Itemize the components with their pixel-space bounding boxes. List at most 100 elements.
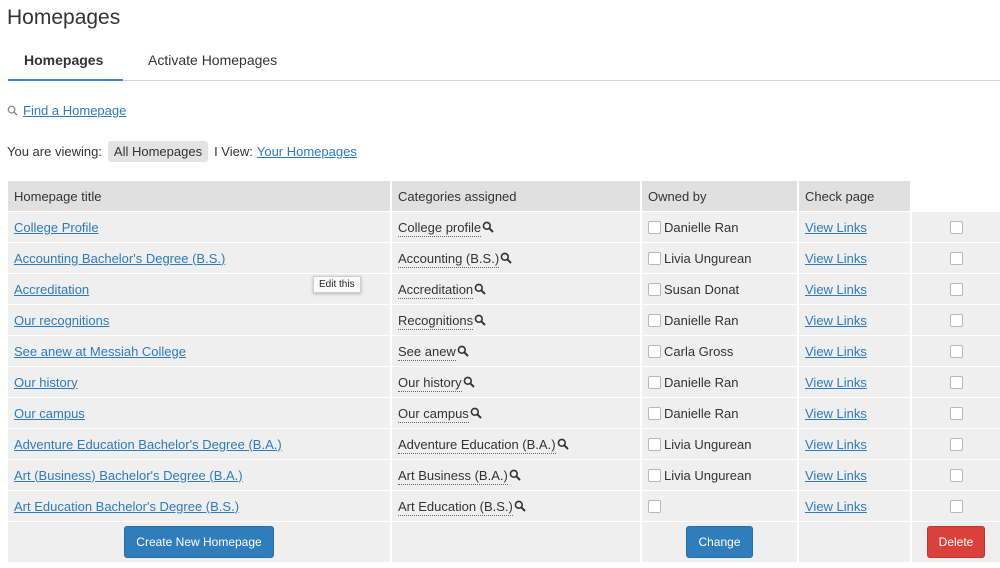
homepage-title-link[interactable]: Our recognitions xyxy=(14,313,109,328)
row-select-checkbox[interactable] xyxy=(949,375,963,389)
row-select-checkbox[interactable] xyxy=(949,437,963,451)
search-icon[interactable] xyxy=(463,376,475,388)
row-select-checkbox[interactable] xyxy=(949,220,963,234)
search-icon[interactable] xyxy=(474,283,486,295)
tab-activate-homepages[interactable]: Activate Homepages xyxy=(148,52,277,68)
homepage-title-link[interactable]: See anew at Messiah College xyxy=(14,344,186,359)
owner-name: Livia Ungurean xyxy=(664,467,752,483)
check-cell: View Links xyxy=(799,366,912,397)
category-cell: Our campus xyxy=(392,397,642,428)
category-label: Adventure Education (B.A.) xyxy=(398,436,556,454)
select-cell xyxy=(912,304,1000,335)
row-select-checkbox[interactable] xyxy=(949,282,963,296)
owner-cell: Danielle Ran xyxy=(642,397,799,428)
change-owner-button[interactable]: Change xyxy=(686,526,753,558)
row-select-checkbox[interactable] xyxy=(949,406,963,420)
search-icon[interactable] xyxy=(457,345,469,357)
owner-cell: Livia Ungurean xyxy=(642,242,799,273)
category-label: College profile xyxy=(398,219,482,237)
table-row: Our campus Our campus Danielle Ran View Lin… xyxy=(8,397,1000,428)
search-icon[interactable] xyxy=(474,314,486,326)
search-icon[interactable] xyxy=(500,252,512,264)
delete-button[interactable]: Delete xyxy=(926,526,986,558)
search-icon[interactable] xyxy=(514,500,526,512)
owner-checkbox[interactable] xyxy=(648,437,661,451)
category-cell: Adventure Education (B.A.) xyxy=(392,428,642,459)
homepage-title-link[interactable]: Our campus xyxy=(14,406,85,421)
owner-checkbox[interactable] xyxy=(648,406,661,420)
row-select-checkbox[interactable] xyxy=(949,499,963,513)
row-select-checkbox[interactable] xyxy=(949,344,963,358)
check-cell: View Links xyxy=(799,459,912,490)
search-icon[interactable] xyxy=(482,221,494,233)
owner-checkbox[interactable] xyxy=(648,375,661,389)
check-cell: View Links xyxy=(799,211,912,242)
homepage-title-link[interactable]: Accounting Bachelor's Degree (B.S.) xyxy=(14,251,225,266)
owner-name: Danielle Ran xyxy=(664,219,739,235)
tab-homepages[interactable]: Homepages xyxy=(24,52,103,68)
empty-cell xyxy=(392,521,642,562)
view-links-link[interactable]: View Links xyxy=(805,344,867,359)
select-cell xyxy=(912,490,1000,521)
table-row: Accounting Bachelor's Degree (B.S.) Accou… xyxy=(8,242,1000,273)
view-links-link[interactable]: View Links xyxy=(805,251,867,266)
owner-cell: Danielle Ran xyxy=(642,366,799,397)
homepage-title-link[interactable]: Our history xyxy=(14,375,78,390)
table-row: Art (Business) Bachelor's Degree (B.A.) A… xyxy=(8,459,1000,490)
view-links-link[interactable]: View Links xyxy=(805,313,867,328)
check-cell: View Links xyxy=(799,304,912,335)
view-links-link[interactable]: View Links xyxy=(805,499,867,514)
owner-name: Livia Ungurean xyxy=(664,250,752,266)
owner-checkbox[interactable] xyxy=(648,282,661,296)
row-select-checkbox[interactable] xyxy=(949,251,963,265)
category-label: Art Education (B.S.) xyxy=(398,498,513,516)
row-select-checkbox[interactable] xyxy=(949,313,963,327)
actions-row: Create New Homepage Change Delete xyxy=(8,521,1000,562)
homepage-title-link[interactable]: Adventure Education Bachelor's Degree (B… xyxy=(14,437,282,452)
viewing-filter: You are viewing: All Homepages I View: Y… xyxy=(7,141,357,162)
view-links-link[interactable]: View Links xyxy=(805,437,867,452)
create-new-homepage-button[interactable]: Create New Homepage xyxy=(124,526,274,558)
owner-cell: Danielle Ran xyxy=(642,211,799,242)
category-label: Our campus xyxy=(398,405,469,423)
category-cell: Recognitions xyxy=(392,304,642,335)
homepage-title-link[interactable]: Accreditation xyxy=(14,282,89,297)
view-links-link[interactable]: View Links xyxy=(805,468,867,483)
row-select-checkbox[interactable] xyxy=(949,468,963,482)
viewing-prefix: You are viewing: xyxy=(7,144,102,159)
category-cell: Accounting (B.S.) xyxy=(392,242,642,273)
search-icon[interactable] xyxy=(509,469,521,481)
owner-checkbox[interactable] xyxy=(648,499,661,513)
title-cell: Accounting Bachelor's Degree (B.S.) xyxy=(8,242,392,273)
owner-checkbox[interactable] xyxy=(648,251,661,265)
tab-bar: Homepages Activate Homepages xyxy=(8,44,1000,81)
table-row: Adventure Education Bachelor's Degree (B… xyxy=(8,428,1000,459)
header-owned-by[interactable]: Owned by xyxy=(642,181,799,211)
title-cell: Art (Business) Bachelor's Degree (B.A.) xyxy=(8,459,392,490)
owner-checkbox[interactable] xyxy=(648,313,661,327)
homepage-title-link[interactable]: Art Education Bachelor's Degree (B.S.) xyxy=(14,499,239,514)
page-title: Homepages xyxy=(7,6,121,29)
homepage-title-link[interactable]: Art (Business) Bachelor's Degree (B.A.) xyxy=(14,468,243,483)
header-homepage-title[interactable]: Homepage title xyxy=(8,181,392,211)
title-cell: Our history xyxy=(8,366,392,397)
owner-checkbox[interactable] xyxy=(648,468,661,482)
check-cell: View Links xyxy=(799,273,912,304)
header-categories[interactable]: Categories assigned xyxy=(392,181,642,211)
search-icon[interactable] xyxy=(470,407,482,419)
select-cell xyxy=(912,459,1000,490)
view-links-link[interactable]: View Links xyxy=(805,375,867,390)
view-links-link[interactable]: View Links xyxy=(805,220,867,235)
homepage-title-link[interactable]: College Profile xyxy=(14,220,99,235)
select-cell xyxy=(912,428,1000,459)
view-links-link[interactable]: View Links xyxy=(805,406,867,421)
find-homepage-link[interactable]: Find a Homepage xyxy=(23,103,126,118)
owner-checkbox[interactable] xyxy=(648,220,661,234)
search-icon[interactable] xyxy=(557,438,569,450)
your-homepages-link[interactable]: Your Homepages xyxy=(257,144,357,159)
view-links-link[interactable]: View Links xyxy=(805,282,867,297)
table-row: Accreditation Accreditation Susan Donat Vie… xyxy=(8,273,1000,304)
current-view-chip: All Homepages xyxy=(107,141,209,162)
owner-checkbox[interactable] xyxy=(648,344,661,358)
search-icon xyxy=(7,105,18,116)
